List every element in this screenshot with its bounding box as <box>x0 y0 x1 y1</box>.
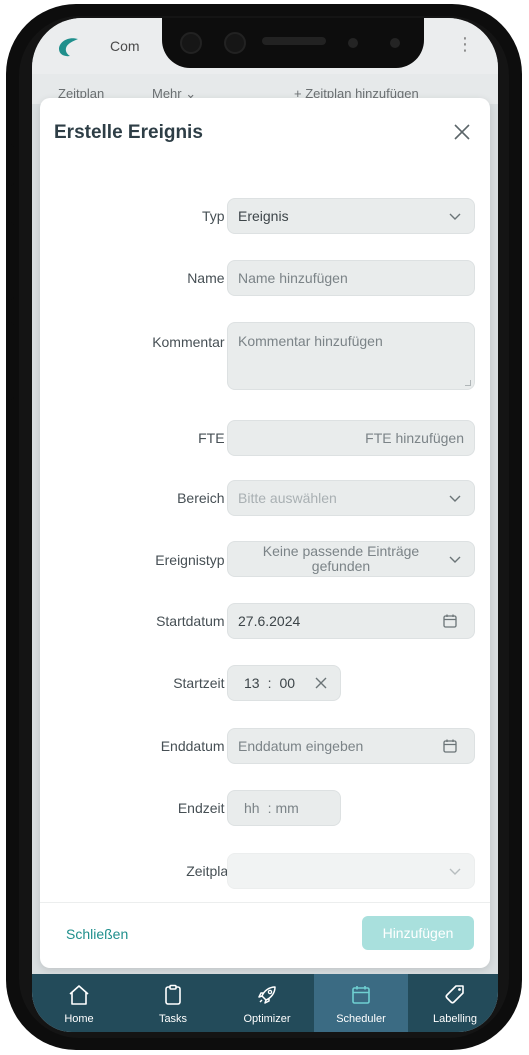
clear-icon[interactable] <box>314 676 328 690</box>
startdatum-label: Startdatum* <box>156 613 236 629</box>
app-logo-icon <box>59 38 78 57</box>
enddatum-label: Enddatum* <box>160 738 236 754</box>
sensor-icon <box>224 32 246 54</box>
calendar-icon <box>352 986 370 1004</box>
bottom-navigation: Home Tasks Optimizer Scheduler Labelling <box>32 974 498 1032</box>
speaker-grille <box>262 37 326 45</box>
calendar-icon[interactable] <box>442 613 458 629</box>
fte-input[interactable]: FTE hinzufügen <box>227 420 475 456</box>
ereignistyp-label: Ereignistyp* <box>155 552 236 568</box>
phone-volume-up-button <box>6 222 14 300</box>
nav-item-tasks[interactable]: Tasks <box>126 974 220 1032</box>
kommentar-textarea[interactable]: Kommentar hinzufügen <box>227 322 475 390</box>
nav-label-tasks: Tasks <box>158 1013 188 1025</box>
nav-label-optimizer: Optimizer <box>243 1013 291 1025</box>
close-icon[interactable] <box>448 118 476 146</box>
typ-select[interactable]: Ereignis <box>227 198 475 234</box>
enddatum-input[interactable]: Enddatum eingeben <box>227 728 475 764</box>
sensor-dot <box>390 38 400 48</box>
dialog-title: Erstelle Ereignis <box>54 122 203 143</box>
startdatum-input[interactable]: 27.6.2024 <box>227 603 475 639</box>
nav-label-home: Home <box>64 1013 94 1025</box>
nav-item-optimizer[interactable]: Optimizer <box>220 974 314 1032</box>
app-title: Com <box>110 38 140 54</box>
bereich-select[interactable]: Bitte auswählen <box>227 480 475 516</box>
create-event-dialog: Erstelle Ereignis Typ* Ereignis Name* Na… <box>40 98 490 968</box>
chevron-down-icon <box>449 868 461 875</box>
endzeit-input[interactable]: hh : mm <box>227 790 341 826</box>
close-button[interactable]: Schließen <box>66 926 128 942</box>
more-vert-icon[interactable]: ⋮ <box>456 34 474 55</box>
phone-side-button <box>6 144 14 186</box>
phone-notch <box>162 18 424 68</box>
nav-item-scheduler[interactable]: Scheduler <box>314 974 408 1032</box>
nav-label-labelling: Labelling <box>432 1013 478 1025</box>
clipboard-icon <box>165 984 181 1005</box>
nav-label-scheduler: Scheduler <box>336 1013 386 1025</box>
phone-volume-down-button <box>6 322 14 400</box>
nav-item-home[interactable]: Home <box>32 974 126 1032</box>
name-input[interactable]: Name hinzufügen <box>227 260 475 296</box>
calendar-icon[interactable] <box>442 738 458 754</box>
rocket-icon <box>258 986 276 1004</box>
phone-screen: Com ⋮ Zeitplan Mehr ⌄ + Zeitplan hinzufü… <box>32 18 498 1032</box>
ereignistyp-select[interactable]: Keine passende Einträge gefunden <box>227 541 475 577</box>
chevron-down-icon <box>449 495 461 502</box>
nav-item-labelling[interactable]: Labelling <box>408 974 498 1032</box>
kommentar-label: Kommentar* <box>152 334 236 350</box>
home-icon <box>69 985 89 1005</box>
startzeit-input[interactable]: 13 : 00 <box>227 665 341 701</box>
camera-icon <box>180 32 202 54</box>
chevron-down-icon <box>449 556 461 563</box>
tag-icon <box>445 985 464 1004</box>
dialog-footer: Schließen Hinzufügen <box>40 902 490 968</box>
sensor-dot <box>348 38 358 48</box>
chevron-down-icon <box>449 213 461 220</box>
zeitplan-select[interactable] <box>227 853 475 889</box>
add-button[interactable]: Hinzufügen <box>362 916 474 950</box>
resize-handle[interactable] <box>465 380 471 386</box>
